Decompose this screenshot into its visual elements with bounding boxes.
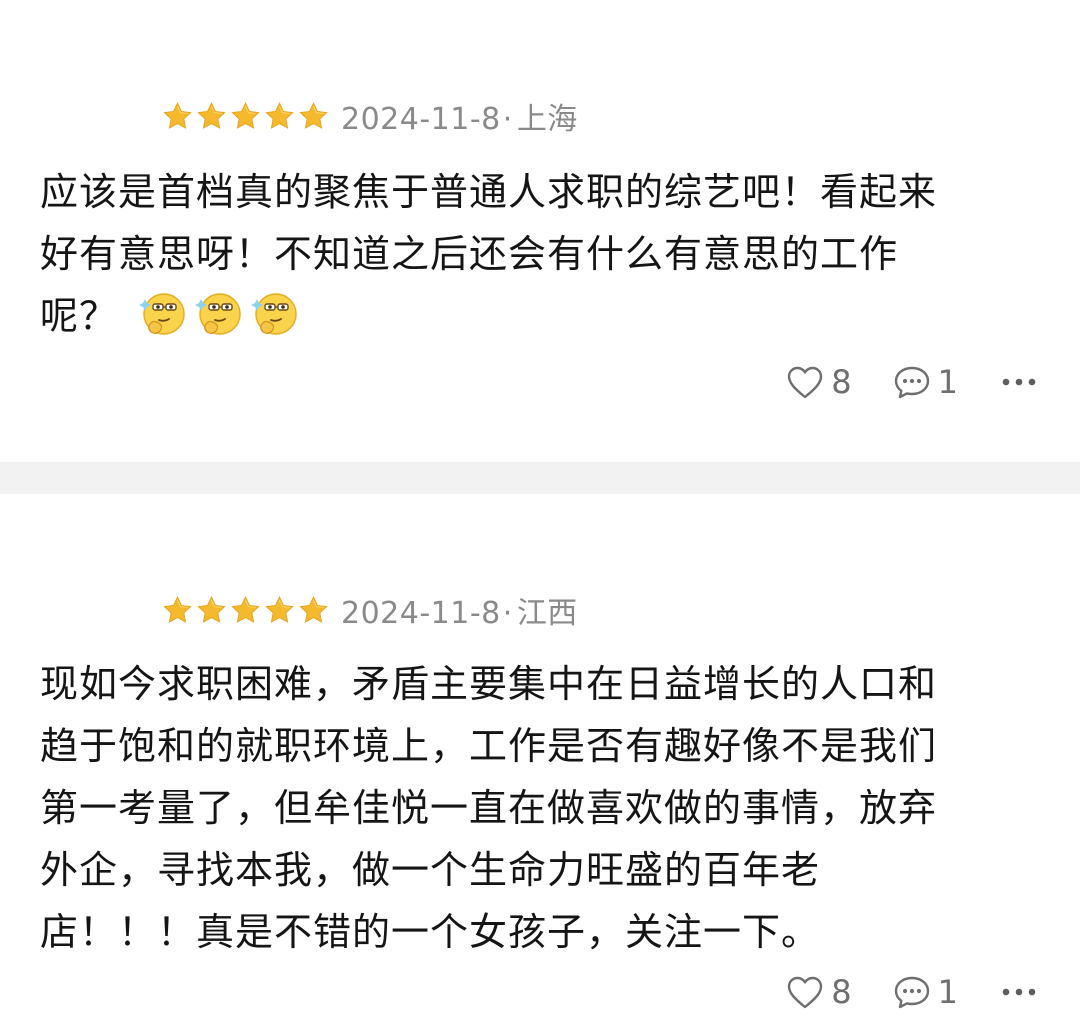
review-meta: 2024-11-8· 上海 [162,94,578,138]
star-icon [162,595,193,626]
review-actions: 8 1 [785,360,1036,404]
review-line: 店！！！真是不错的一个女孩子，关注一下。 [40,910,821,954]
heart-outline-icon [785,974,825,1010]
review-text: 应该是首档真的聚焦于普通人求职的综艺吧！看起来 好有意思呀！不知道之后还会有什么… [40,161,1030,347]
star-icon [196,595,227,626]
rating-stars [162,595,329,626]
like-button[interactable]: 8 [785,363,852,401]
review-card: 2024-11-8· 上海 应该是首档真的聚焦于普通人求职的综艺吧！看起来 好有意… [0,0,1080,462]
more-dots-icon [1002,987,1036,997]
review-line: 外企，寻找本我，做一个生命力旺盛的百年老 [40,848,821,892]
more-dots-icon [1002,377,1036,387]
star-icon [162,101,193,132]
review-line: 好有意思呀！不知道之后还会有什么有意思的工作 [40,232,899,276]
star-icon [264,595,295,626]
star-icon [298,595,329,626]
meta-separator: · [502,102,513,137]
comment-button[interactable]: 1 [892,363,958,401]
review-line: 第一考量了，但牟佳悦一直在做喜欢做的事情，放弃 [40,786,938,830]
meta-separator: · [502,596,513,631]
comment-count: 1 [937,363,958,401]
comment-bubble-icon [892,363,932,401]
review-date-location: 2024-11-8· 江西 [341,588,578,632]
heart-outline-icon [785,364,825,400]
review-actions: 8 1 [785,970,1036,1014]
review-line-last: 呢？ [40,285,1030,347]
comment-button[interactable]: 1 [892,973,958,1011]
star-icon [230,101,261,132]
review-date-location: 2024-11-8· 上海 [341,94,578,138]
review-location: 江西 [516,596,578,631]
star-icon [196,101,227,132]
thinking-glasses-emoji [139,289,189,339]
more-options-button[interactable] [1002,987,1036,997]
thinking-glasses-emoji [251,289,301,339]
comment-bubble-icon [892,973,932,1011]
review-date: 2024-11-8 [341,596,501,631]
like-count: 8 [831,973,852,1011]
review-line: 应该是首档真的聚焦于普通人求职的综艺吧！看起来 [40,170,938,214]
rating-stars [162,101,329,132]
review-card: 2024-11-8· 江西 现如今求职困难，矛盾主要集中在日益增长的人口和 趋于饱… [0,494,1080,1033]
star-icon [264,101,295,132]
review-location: 上海 [516,102,578,137]
star-icon [298,101,329,132]
thinking-glasses-emoji [195,289,245,339]
review-line: 现如今求职困难，矛盾主要集中在日益增长的人口和 [40,662,938,706]
emoji-group [139,289,301,339]
review-text: 现如今求职困难，矛盾主要集中在日益增长的人口和 趋于饱和的就职环境上，工作是否有… [40,653,1030,963]
more-options-button[interactable] [1002,377,1036,387]
star-icon [230,595,261,626]
like-count: 8 [831,363,852,401]
like-button[interactable]: 8 [785,973,852,1011]
review-line: 趋于饱和的就职环境上，工作是否有趣好像不是我们 [40,724,938,768]
review-line: 呢？ [40,294,119,338]
review-divider [0,462,1080,494]
review-meta: 2024-11-8· 江西 [162,588,578,632]
comment-count: 1 [937,973,958,1011]
review-date: 2024-11-8 [341,102,501,137]
